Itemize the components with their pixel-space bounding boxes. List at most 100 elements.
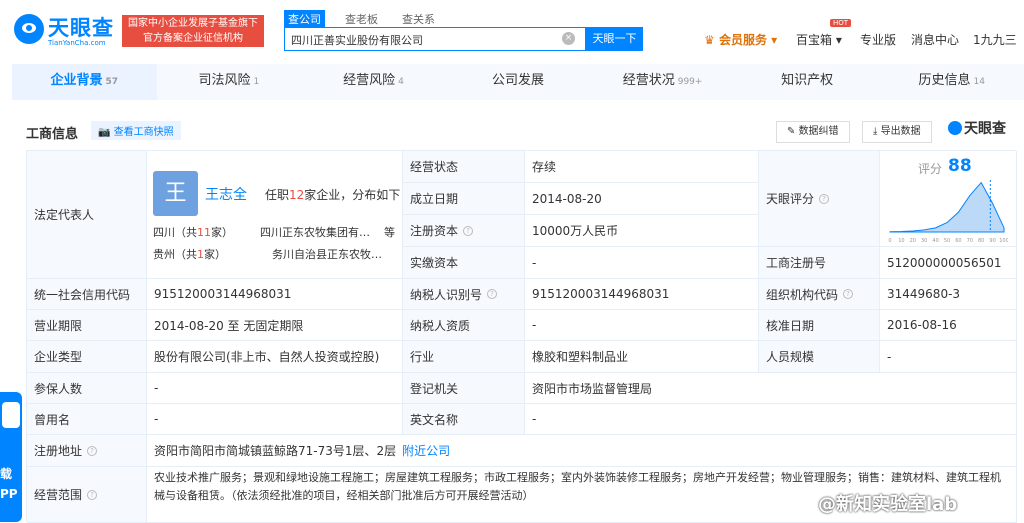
scope-label: 经营范围? bbox=[27, 467, 147, 523]
help-icon[interactable]: ? bbox=[87, 489, 98, 500]
industry-label: 行业 bbox=[403, 341, 525, 373]
region-unit: 家） bbox=[204, 248, 226, 261]
region-row-guizhou[interactable]: 贵州（共1家） bbox=[153, 246, 226, 262]
data-correction-button[interactable]: ✎ 数据纠错 bbox=[776, 121, 850, 143]
address-label: 注册地址? bbox=[27, 435, 147, 467]
insured-label: 参保人数 bbox=[27, 373, 147, 404]
authority-value: 资阳市市场监督管理局 bbox=[525, 373, 1017, 404]
staff-value: - bbox=[880, 341, 1017, 373]
logo-name: 天眼查 bbox=[48, 16, 114, 40]
tab-label: 公司发展 bbox=[492, 73, 545, 88]
address-label-text: 注册地址 bbox=[34, 444, 83, 458]
logo-sub: TianYanCha.com bbox=[48, 39, 106, 47]
note-suffix: 家企业，分布如下 bbox=[304, 188, 401, 202]
tab-background[interactable]: 企业背景 57 bbox=[12, 64, 157, 100]
app-download-text: 载 PP bbox=[0, 467, 18, 501]
search-tab-boss[interactable]: 查老板 bbox=[341, 10, 382, 28]
score-word: 评分 bbox=[918, 162, 943, 176]
clear-icon[interactable]: × bbox=[562, 32, 575, 45]
tianyancha-watermark: 天眼查 bbox=[948, 118, 1006, 138]
tab-label: 经营状况 bbox=[622, 73, 675, 88]
score-tick-label: 90 bbox=[989, 238, 995, 244]
message-center-link[interactable]: 消息中心 bbox=[911, 31, 959, 48]
type-label: 企业类型 bbox=[27, 341, 147, 373]
user-menu[interactable]: 1九九三 bbox=[973, 31, 1017, 48]
tab-count: 999+ bbox=[677, 77, 703, 87]
search-input[interactable]: 四川正善实业股份有限公司 bbox=[284, 27, 586, 51]
org-value: 31449680-3 bbox=[880, 279, 1017, 310]
score-tick-label: 30 bbox=[921, 238, 927, 244]
search-tab-relation[interactable]: 查关系 bbox=[398, 10, 439, 28]
help-icon[interactable]: ? bbox=[819, 193, 830, 204]
note-prefix: 任职 bbox=[265, 188, 290, 202]
region-row-sichuan[interactable]: 四川（共11家） bbox=[153, 224, 233, 240]
help-icon[interactable]: ? bbox=[843, 289, 854, 299]
score-tick-label: 60 bbox=[955, 238, 961, 244]
capital-label-text: 注册资本 bbox=[410, 224, 459, 238]
correct-label: 数据纠错 bbox=[798, 126, 839, 137]
tab-ip[interactable]: 知识产权 bbox=[735, 64, 880, 100]
app-download-tab[interactable]: 载 PP bbox=[0, 392, 22, 522]
english-name-label: 英文名称 bbox=[403, 404, 525, 435]
export-data-button[interactable]: ⤓ 导出数据 bbox=[862, 121, 932, 143]
tab-label: 历史信息 bbox=[918, 73, 971, 88]
tab-count: 57 bbox=[105, 77, 119, 87]
main-tabs: 企业背景 57 司法风险 1 经营风险 4 公司发展 经营状况 999+ 知识产权 历史… bbox=[12, 64, 1024, 100]
insured-value: - bbox=[147, 373, 403, 404]
authority-label: 登记机关 bbox=[403, 373, 525, 404]
tianyancha-logo[interactable]: 天眼查 TianYanCha.com bbox=[14, 12, 114, 50]
capital-value: 10000万人民币 bbox=[525, 215, 759, 247]
score-tick-label: 50 bbox=[944, 238, 950, 244]
badge-line1: 国家中小企业发展子基金旗下 bbox=[128, 18, 258, 29]
tab-history[interactable]: 历史信息 14 bbox=[879, 64, 1024, 100]
tab-judicial-risk[interactable]: 司法风险 1 bbox=[157, 64, 302, 100]
industry-value: 橡胶和塑料制品业 bbox=[525, 341, 759, 373]
vip-service-link[interactable]: ♛ 会员服务 ▾ bbox=[704, 31, 777, 48]
legal-rep-label: 法定代表人 bbox=[27, 151, 147, 279]
region-name: 四川（共 bbox=[153, 226, 197, 239]
type-value: 股份有限公司(非上市、自然人投资或控股) bbox=[147, 341, 403, 373]
taxpayer-value: 915120003144968031 bbox=[525, 279, 759, 310]
search-button[interactable]: 天眼一下 bbox=[586, 27, 643, 51]
nearby-companies-link[interactable]: 附近公司 bbox=[402, 442, 450, 459]
org-label: 组织机构代码? bbox=[759, 279, 880, 310]
score-tick-label: 0 bbox=[888, 238, 891, 244]
help-icon[interactable]: ? bbox=[487, 289, 498, 299]
score-tick-label: 10 bbox=[898, 238, 904, 244]
tab-label: 知识产权 bbox=[781, 73, 834, 88]
address-value: 资阳市简阳市简城镇蓝鲸路71-73号1层、2层 bbox=[154, 444, 397, 458]
snapshot-button[interactable]: 📷 查看工商快照 bbox=[91, 121, 181, 140]
scope-label-text: 经营范围 bbox=[34, 488, 83, 502]
pro-version-link[interactable]: 专业版 bbox=[860, 31, 896, 48]
approve-value: 2016-08-16 bbox=[880, 310, 1017, 341]
address-cell: 资阳市简阳市简城镇蓝鲸路71-73号1层、2层 附近公司 bbox=[147, 435, 1017, 467]
tax-quality-label: 纳税人资质 bbox=[403, 310, 525, 341]
tab-business-risk[interactable]: 经营风险 4 bbox=[301, 64, 446, 100]
status-value: 存续 bbox=[525, 151, 759, 183]
tab-label: 司法风险 bbox=[198, 73, 251, 88]
help-icon[interactable]: ? bbox=[463, 225, 474, 236]
term-label: 营业期限 bbox=[27, 310, 147, 341]
reg-no-value: 512000000056501 bbox=[880, 247, 1017, 279]
tab-count: 1 bbox=[253, 77, 260, 87]
region-company-2[interactable]: 务川自治县正东农牧… bbox=[272, 246, 382, 262]
official-badge: 国家中小企业发展子基金旗下 官方备案企业征信机构 bbox=[122, 15, 264, 47]
credit-label: 统一社会信用代码 bbox=[27, 279, 147, 310]
more-link[interactable]: 等 bbox=[384, 224, 395, 240]
tab-label: 经营风险 bbox=[343, 73, 396, 88]
legal-rep-name[interactable]: 王志全 bbox=[205, 184, 247, 204]
score-label: 天眼评分? bbox=[759, 151, 880, 247]
score-tick-label: 40 bbox=[932, 238, 938, 244]
search-tab-company[interactable]: 查公司 bbox=[284, 10, 325, 28]
tab-operations[interactable]: 经营状况 999+ bbox=[590, 64, 735, 100]
region-unit: 家） bbox=[211, 226, 233, 239]
treasure-box-link[interactable]: 百宝箱 ▾ bbox=[796, 31, 842, 48]
region-company-1[interactable]: 四川正东农牧集团有… bbox=[260, 224, 370, 240]
help-icon[interactable]: ? bbox=[87, 445, 98, 456]
weibo-watermark: @新知实验室lab bbox=[818, 494, 958, 515]
former-name-value: - bbox=[147, 404, 403, 435]
legal-rep-avatar[interactable]: 王 bbox=[153, 171, 198, 216]
approve-label: 核准日期 bbox=[759, 310, 880, 341]
tab-development[interactable]: 公司发展 bbox=[446, 64, 591, 100]
score-tick-label: 20 bbox=[910, 238, 916, 244]
